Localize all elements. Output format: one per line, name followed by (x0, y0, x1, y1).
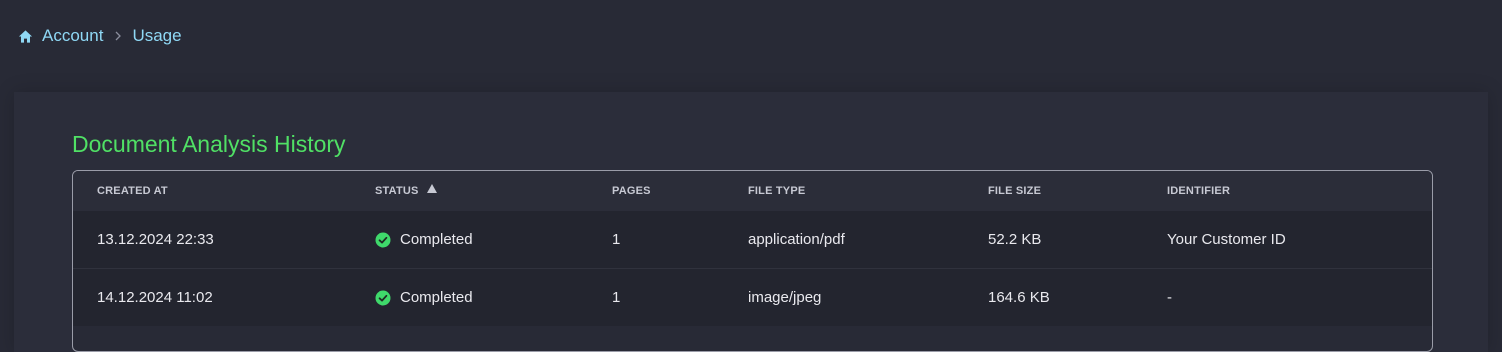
breadcrumb-item-usage[interactable]: Usage (132, 26, 181, 46)
cell-created-at: 14.12.2024 11:02 (97, 289, 213, 306)
cell-status: Completed (375, 269, 473, 326)
check-circle-icon (375, 232, 391, 248)
status-label: Completed (400, 231, 473, 248)
column-header-created-at[interactable]: CREATED AT (97, 171, 168, 211)
table-row[interactable]: 14.12.2024 11:02 Completed 1 image/jpeg … (73, 268, 1432, 326)
chevron-right-icon (114, 31, 122, 41)
cell-file-type: application/pdf (748, 231, 845, 248)
cell-file-size: 52.2 KB (988, 231, 1042, 248)
cell-created-at: 13.12.2024 22:33 (97, 231, 214, 248)
column-header-file-size[interactable]: FILE SIZE (988, 171, 1041, 211)
home-icon[interactable] (18, 29, 33, 44)
column-header-pages[interactable]: PAGES (612, 171, 651, 211)
column-header-status[interactable]: STATUS (375, 171, 437, 211)
cell-identifier: Your Customer ID (1167, 231, 1286, 248)
sort-up-icon[interactable] (426, 171, 437, 210)
column-header-identifier[interactable]: IDENTIFIER (1167, 171, 1230, 211)
cell-pages: 1 (612, 231, 621, 248)
cell-file-type: image/jpeg (748, 289, 822, 306)
column-header-file-type[interactable]: FILE TYPE (748, 171, 805, 211)
cell-status: Completed (375, 211, 473, 268)
check-circle-icon (375, 290, 391, 306)
cell-pages: 1 (612, 289, 621, 306)
table-header: CREATED AT STATUS PAGES FILE TYPE FILE S… (73, 171, 1432, 211)
breadcrumb-item-account[interactable]: Account (42, 26, 103, 46)
status-label: Completed (400, 289, 473, 306)
table-row[interactable]: 13.12.2024 22:33 Completed 1 application… (73, 211, 1432, 268)
history-table: CREATED AT STATUS PAGES FILE TYPE FILE S… (72, 170, 1433, 352)
cell-file-size: 164.6 KB (988, 289, 1050, 306)
column-header-status-label: STATUS (375, 185, 419, 197)
breadcrumb: Account Usage (18, 24, 182, 48)
cell-identifier: - (1167, 289, 1172, 306)
section-title: Document Analysis History (72, 131, 346, 157)
